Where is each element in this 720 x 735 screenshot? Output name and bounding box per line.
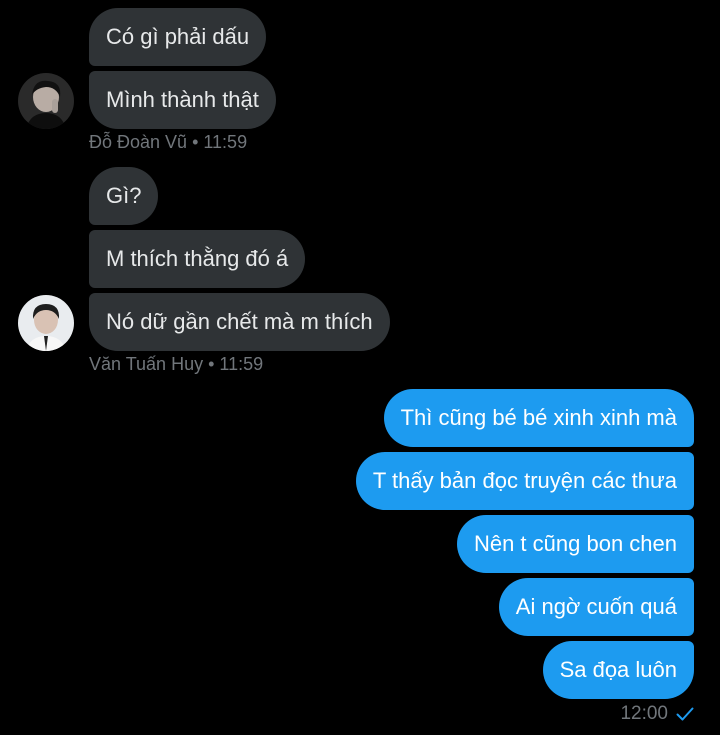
avatar-image xyxy=(18,295,74,351)
message-bubble-outgoing[interactable]: Nên t cũng bon chen xyxy=(456,515,694,573)
sender-name: Văn Tuấn Huy xyxy=(89,354,204,374)
message-bubble-incoming[interactable]: Gì? xyxy=(89,167,159,225)
message-bubble-incoming[interactable]: Mình thành thật xyxy=(89,71,276,129)
meta-separator: • xyxy=(208,354,215,374)
meta-separator: • xyxy=(192,132,199,152)
message-bubble-incoming[interactable]: Nó dữ gần chết mà m thích xyxy=(89,293,390,351)
sender-name: Đỗ Đoàn Vũ xyxy=(89,132,188,152)
message-text: T thấy bản đọc truyện các thưa xyxy=(372,468,677,493)
message-bubble-outgoing[interactable]: Thì cũng bé bé xinh xinh mà xyxy=(383,389,694,447)
avatar[interactable] xyxy=(18,295,74,351)
message-meta: Văn Tuấn Huy • 11:59 xyxy=(89,354,263,375)
message-time: 11:59 xyxy=(219,354,264,374)
message-text: Có gì phải dấu xyxy=(106,24,250,49)
message-text: Ai ngờ cuốn quá xyxy=(515,594,677,619)
avatar-image xyxy=(18,73,74,129)
message-bubble-outgoing[interactable]: T thấy bản đọc truyện các thưa xyxy=(355,452,694,510)
message-bubble-incoming[interactable]: M thích thằng đó á xyxy=(89,230,306,288)
message-text: Gì? xyxy=(106,183,142,208)
message-text: Thì cũng bé bé xinh xinh mà xyxy=(400,405,677,430)
message-text: Sa đọa luôn xyxy=(559,657,677,682)
message-text: Nên t cũng bon chen xyxy=(473,531,677,556)
message-text: Mình thành thật xyxy=(106,87,259,112)
avatar[interactable] xyxy=(18,73,74,129)
message-bubble-outgoing[interactable]: Ai ngờ cuốn quá xyxy=(498,578,694,636)
message-time: 11:59 xyxy=(203,132,248,152)
message-meta: Đỗ Đoàn Vũ • 11:59 xyxy=(89,132,247,153)
check-icon xyxy=(676,707,694,721)
message-text: M thích thằng đó á xyxy=(106,246,289,271)
message-bubble-outgoing[interactable]: Sa đọa luôn xyxy=(542,641,694,699)
message-bubble-incoming[interactable]: Có gì phải dấu xyxy=(89,8,267,66)
message-time: 12:00 xyxy=(620,703,668,724)
outgoing-message-status: 12:00 xyxy=(620,703,694,725)
message-text: Nó dữ gần chết mà m thích xyxy=(106,309,373,334)
